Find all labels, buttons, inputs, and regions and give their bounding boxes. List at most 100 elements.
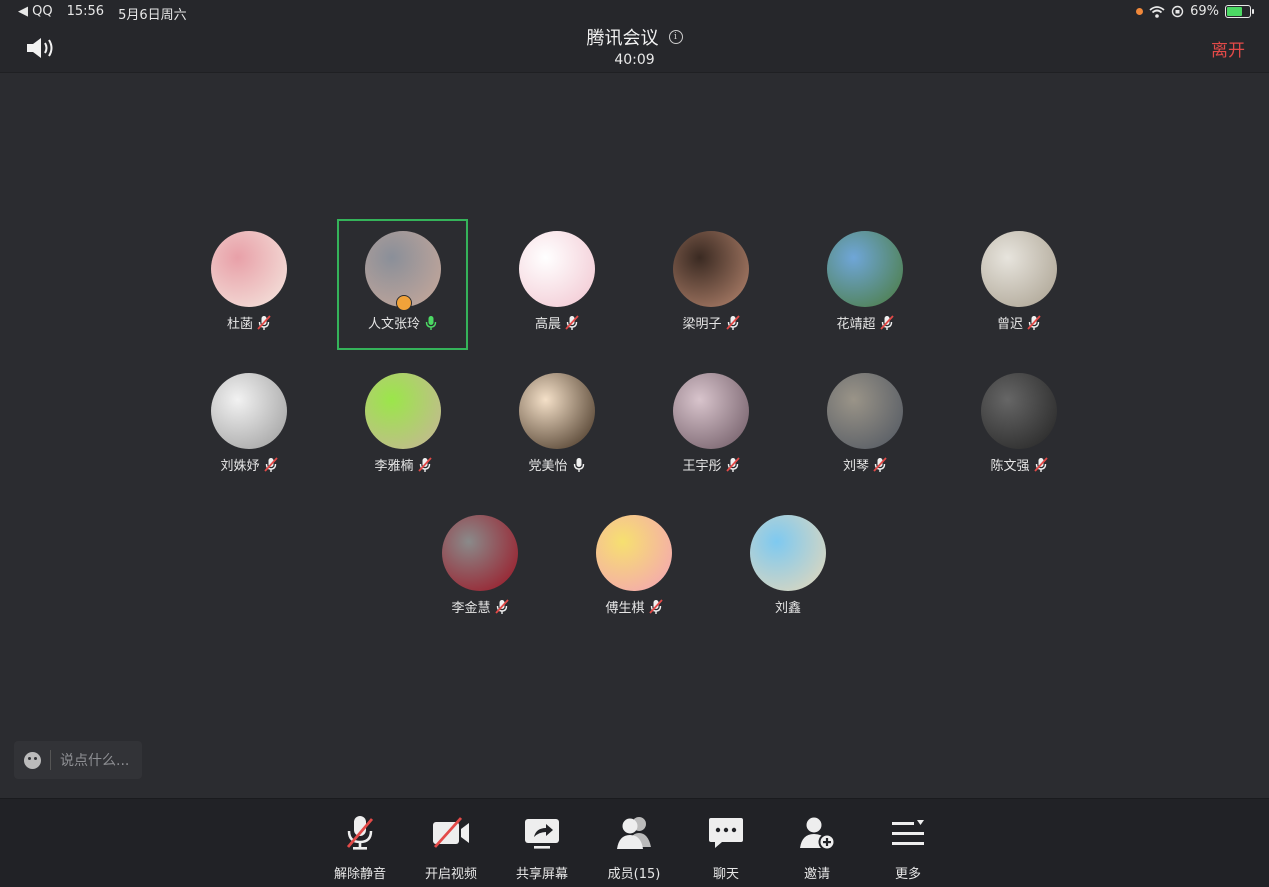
participant-tile[interactable]: 李金慧 <box>415 515 545 616</box>
mic-muted-icon <box>494 598 509 614</box>
participant-tile[interactable]: 刘琴 <box>800 373 930 474</box>
participant-name: 陈文强 <box>990 459 1030 474</box>
participant-tile[interactable]: 人文张玲 <box>338 231 468 332</box>
info-icon[interactable]: i <box>668 30 683 44</box>
meeting-title: 腾讯会议 <box>586 28 659 49</box>
toolbar-label: 邀请 <box>803 867 830 882</box>
recording-indicator-icon <box>1136 8 1144 15</box>
participant-name: 李金慧 <box>451 601 491 616</box>
video-off-icon <box>433 817 469 848</box>
participant-name: 傅生棋 <box>605 601 645 616</box>
mic-muted-icon <box>1033 456 1048 472</box>
mic-muted-icon <box>725 456 740 472</box>
participant-tile[interactable]: 刘鑫 <box>723 515 853 616</box>
battery-icon <box>1225 5 1254 18</box>
participant-name: 曾迟 <box>996 317 1023 332</box>
participant-name-row: 高晨 <box>492 313 622 332</box>
participant-name-row: 花靖超 <box>800 313 930 332</box>
participant-name-row: 李雅楠 <box>338 455 468 474</box>
mic-icon <box>573 457 584 472</box>
participant-avatar <box>981 373 1057 449</box>
back-to-app-link[interactable]: ◀ QQ <box>18 4 53 23</box>
participant-name: 李雅楠 <box>374 459 414 474</box>
toolbar-label: 成员(15) <box>607 867 661 882</box>
participant-name: 刘琴 <box>842 459 869 474</box>
participant-name: 花靖超 <box>836 317 876 332</box>
battery-percentage: 69% <box>1190 4 1219 19</box>
mic-muted-icon <box>417 456 432 472</box>
leave-button[interactable]: 离开 <box>1211 36 1245 61</box>
emoji-icon[interactable] <box>24 751 41 769</box>
participant-tile[interactable]: 杜菡 <box>184 231 314 332</box>
participant-name-row: 傅生棋 <box>569 597 699 616</box>
participant-name-row: 刘鑫 <box>723 597 853 616</box>
participant-avatar <box>673 373 749 449</box>
participant-tile[interactable]: 李雅楠 <box>338 373 468 474</box>
invite-button[interactable]: 邀请 <box>777 813 857 882</box>
share-screen-icon <box>525 819 559 849</box>
host-badge-icon <box>396 295 412 311</box>
mic-muted-icon <box>1027 314 1041 330</box>
participant-name-row: 李金慧 <box>415 597 545 616</box>
participant-tile[interactable]: 刘姝妤 <box>184 373 314 474</box>
participant-tile[interactable]: 曾迟 <box>954 231 1084 332</box>
mic-muted-icon <box>873 456 887 472</box>
mic-muted-icon <box>725 314 740 330</box>
participant-tile[interactable]: 傅生棋 <box>569 515 699 616</box>
participant-name: 杜菡 <box>226 317 253 332</box>
chat-placeholder: 说点什么... <box>60 753 130 769</box>
toolbar-label: 开启视频 <box>424 867 477 882</box>
mic-muted-icon <box>648 598 663 614</box>
mic-muted-icon <box>263 456 278 472</box>
participant-name-row: 梁明子 <box>646 313 776 332</box>
chat-button[interactable]: 聊天 <box>686 813 766 882</box>
mic-muted-icon <box>565 314 579 330</box>
participant-tile[interactable]: 陈文强 <box>954 373 1084 474</box>
participant-avatar <box>211 231 287 307</box>
meeting-timer: 40:09 <box>614 52 655 68</box>
share-screen-button[interactable]: 共享屏幕 <box>502 813 582 882</box>
participant-tile[interactable]: 高晨 <box>492 231 622 332</box>
participant-avatar <box>365 231 441 311</box>
more-button[interactable]: 更多 <box>868 813 948 882</box>
status-bar: ◀ QQ 15:56 5月6日周六 69% <box>0 0 1269 24</box>
orientation-lock-icon <box>1171 5 1184 18</box>
participant-tile[interactable]: 王宇彤 <box>646 373 776 474</box>
participant-name: 高晨 <box>534 317 561 332</box>
chat-divider <box>50 750 51 770</box>
participant-name-row: 陈文强 <box>954 455 1084 474</box>
toolbar-label: 共享屏幕 <box>515 867 568 882</box>
participant-name: 党美怡 <box>528 459 568 474</box>
participant-name-row: 刘琴 <box>800 455 930 474</box>
participant-avatar <box>596 515 672 591</box>
bottom-toolbar: 解除静音 开启视频 共享屏幕 成员(15) 聊天 邀请 更多 <box>0 798 1269 887</box>
chat-input[interactable]: 说点什么... <box>14 741 142 779</box>
participant-tile[interactable]: 梁明子 <box>646 231 776 332</box>
status-date: 5月6日周六 <box>118 8 187 23</box>
toolbar-label: 解除静音 <box>333 867 386 882</box>
participant-name-row: 王宇彤 <box>646 455 776 474</box>
participant-name: 王宇彤 <box>682 459 722 474</box>
participant-avatar <box>519 231 595 307</box>
start-video-button[interactable]: 开启视频 <box>411 813 491 882</box>
participant-tile[interactable]: 党美怡 <box>492 373 622 474</box>
unmute-button[interactable]: 解除静音 <box>320 813 400 882</box>
chat-icon <box>709 818 743 848</box>
mic-muted-icon <box>346 816 374 850</box>
participant-avatar <box>981 231 1057 307</box>
mic-muted-icon <box>879 314 894 330</box>
participant-tile[interactable]: 花靖超 <box>800 231 930 332</box>
participant-name-row: 刘姝妤 <box>184 455 314 474</box>
invite-icon <box>800 817 836 851</box>
wifi-icon <box>1149 5 1165 18</box>
participant-avatar <box>442 515 518 591</box>
participant-name: 刘鑫 <box>774 601 801 616</box>
toolbar-label: 聊天 <box>712 867 739 882</box>
participant-name-row: 党美怡 <box>492 455 622 474</box>
participant-name-row: 杜菡 <box>184 313 314 332</box>
members-button[interactable]: 成员(15) <box>594 813 674 882</box>
members-icon <box>617 817 651 849</box>
more-icon <box>892 820 924 845</box>
participant-name: 刘姝妤 <box>220 459 260 474</box>
participant-name: 人文张玲 <box>367 317 420 332</box>
